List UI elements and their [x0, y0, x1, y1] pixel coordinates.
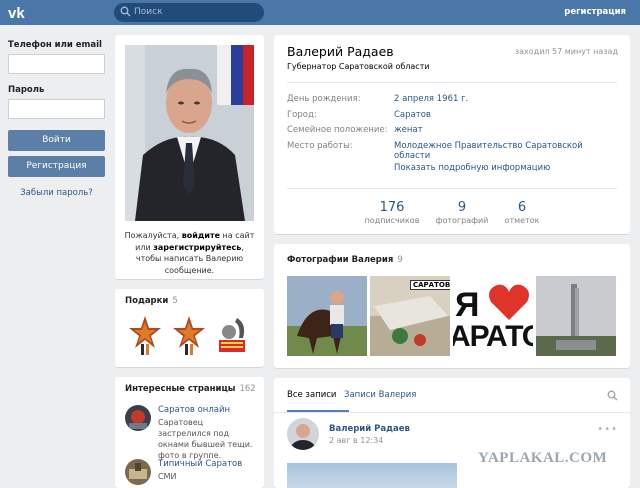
gifts-count: 5: [172, 296, 178, 306]
post-date[interactable]: 2 авг в 12:34: [329, 436, 383, 445]
info-row-city: Город: Саратов: [287, 110, 617, 122]
info-label: Семейное положение:: [287, 125, 388, 135]
page-description: Саратовец застрелился под окнами бывшей …: [158, 418, 253, 460]
tab-owner-posts[interactable]: Записи Валерия: [344, 390, 416, 400]
show-more-info-link[interactable]: Показать подробную информацию: [394, 163, 550, 173]
post-image[interactable]: [287, 463, 457, 488]
page-name[interactable]: Типичный Саратов: [158, 459, 242, 469]
avatar[interactable]: [287, 418, 319, 450]
pages-count: 162: [239, 384, 256, 394]
info-row-work: Место работы: Молодежное Правительство С…: [287, 141, 617, 161]
photo-thumbnail[interactable]: [287, 276, 367, 356]
search-input[interactable]: Поиск: [114, 3, 264, 22]
photo-thumbnail[interactable]: САРАТОВ: [370, 276, 450, 356]
stat-label: подписчиков: [364, 216, 420, 225]
stat-number: 176: [379, 200, 405, 215]
top-bar: vk Поиск регистрация: [0, 0, 640, 25]
note-register-link[interactable]: зарегистрируйтесь: [153, 243, 241, 252]
search-icon[interactable]: [607, 390, 618, 401]
stat-followers[interactable]: 176 подписчиков: [357, 200, 427, 225]
note-login-link[interactable]: войдите: [182, 231, 220, 240]
last-seen: заходил 57 минут назад: [514, 47, 618, 56]
phone-email-field[interactable]: [8, 54, 105, 74]
profile-photo-card: Пожалуйста, войдите на сайт или зарегист…: [115, 35, 264, 279]
page-avatar[interactable]: [125, 405, 151, 431]
watermark: YAPLAKAL.COM: [478, 450, 608, 466]
photos-count: 9: [397, 255, 403, 265]
info-value[interactable]: Саратов: [394, 110, 431, 120]
info-row-relationship: Семейное положение: женат: [287, 125, 617, 137]
divider: [287, 188, 617, 189]
gift-icon[interactable]: [215, 314, 251, 356]
login-form: Телефон или email Пароль Войти Регистрац…: [8, 40, 105, 198]
more-dots-icon[interactable]: •••: [597, 424, 618, 435]
gifts-card: Подарки 5: [115, 289, 264, 367]
stat-label: отметок: [504, 216, 540, 225]
photo-sign-text: САРАТОВ: [410, 280, 450, 290]
pages-title[interactable]: Интересные страницы 162: [125, 384, 256, 394]
login-button[interactable]: Войти: [8, 130, 105, 151]
svg-text:vk: vk: [8, 5, 25, 21]
forgot-password-link[interactable]: Забыли пароль?: [8, 188, 105, 198]
gift-icon[interactable]: [171, 314, 207, 356]
search-icon: [120, 6, 131, 17]
post-author[interactable]: Валерий Радаев: [329, 424, 410, 434]
stat-number: 6: [517, 200, 527, 215]
profile-info-card: Валерий Радаев Губернатор Саратовской об…: [274, 35, 630, 234]
search-placeholder: Поиск: [134, 7, 163, 17]
profile-status: Губернатор Саратовской области: [287, 62, 430, 71]
password-label: Пароль: [8, 85, 45, 95]
profile-photo[interactable]: [125, 45, 254, 221]
gifts-title[interactable]: Подарки 5: [125, 296, 178, 306]
photos-card: Фотографии Валерия9 САРАТОВ Я АРАТО: [274, 244, 630, 368]
info-label: День рождения:: [287, 94, 361, 104]
interesting-pages-card: Интересные страницы 162 Саратов онлайн Са…: [115, 377, 264, 488]
divider: [274, 412, 630, 413]
stat-tags[interactable]: 6 отметок: [487, 200, 557, 225]
header-register-link[interactable]: регистрация: [564, 7, 626, 17]
register-button[interactable]: Регистрация: [8, 156, 105, 177]
info-label: Место работы:: [287, 141, 353, 151]
vk-logo-icon[interactable]: vk: [8, 4, 30, 22]
info-value[interactable]: женат: [394, 125, 423, 135]
note-text-1: Пожалуйста,: [124, 231, 182, 240]
page-title: Валерий Радаев: [287, 44, 394, 59]
heart-icon: [489, 284, 529, 320]
info-row-birthday: День рождения: 2 апреля 1961 г.: [287, 94, 617, 106]
password-field[interactable]: [8, 99, 105, 119]
page-description: СМИ: [158, 472, 177, 481]
divider: [287, 82, 617, 83]
photo-thumbnail[interactable]: Я АРАТО: [453, 276, 533, 356]
gift-icon[interactable]: [127, 314, 163, 356]
info-label: Город:: [287, 110, 317, 120]
message-note: Пожалуйста, войдите на сайт или зарегист…: [123, 230, 256, 276]
pages-title-text: Интересные страницы: [125, 384, 236, 394]
photo-word: АРАТО: [453, 320, 533, 353]
photos-title-text: Фотографии Валерия: [287, 255, 394, 265]
wall-card: Все записи Записи Валерия Валерий Радаев…: [274, 378, 630, 488]
tab-all-posts[interactable]: Все записи: [287, 390, 336, 400]
list-item[interactable]: Типичный Саратов СМИ: [125, 459, 260, 485]
photos-title[interactable]: Фотографии Валерия 9: [287, 255, 403, 265]
info-value[interactable]: 2 апреля 1961 г.: [394, 94, 468, 104]
list-item[interactable]: Саратов онлайн Саратовец застрелился под…: [125, 405, 260, 460]
info-value[interactable]: Молодежное Правительство Саратовской обл…: [394, 141, 617, 161]
gifts-title-text: Подарки: [125, 296, 169, 306]
photo-thumbnail[interactable]: [536, 276, 616, 356]
page-avatar[interactable]: [125, 459, 151, 485]
phone-label: Телефон или email: [8, 40, 102, 50]
page-name[interactable]: Саратов онлайн: [158, 405, 230, 415]
